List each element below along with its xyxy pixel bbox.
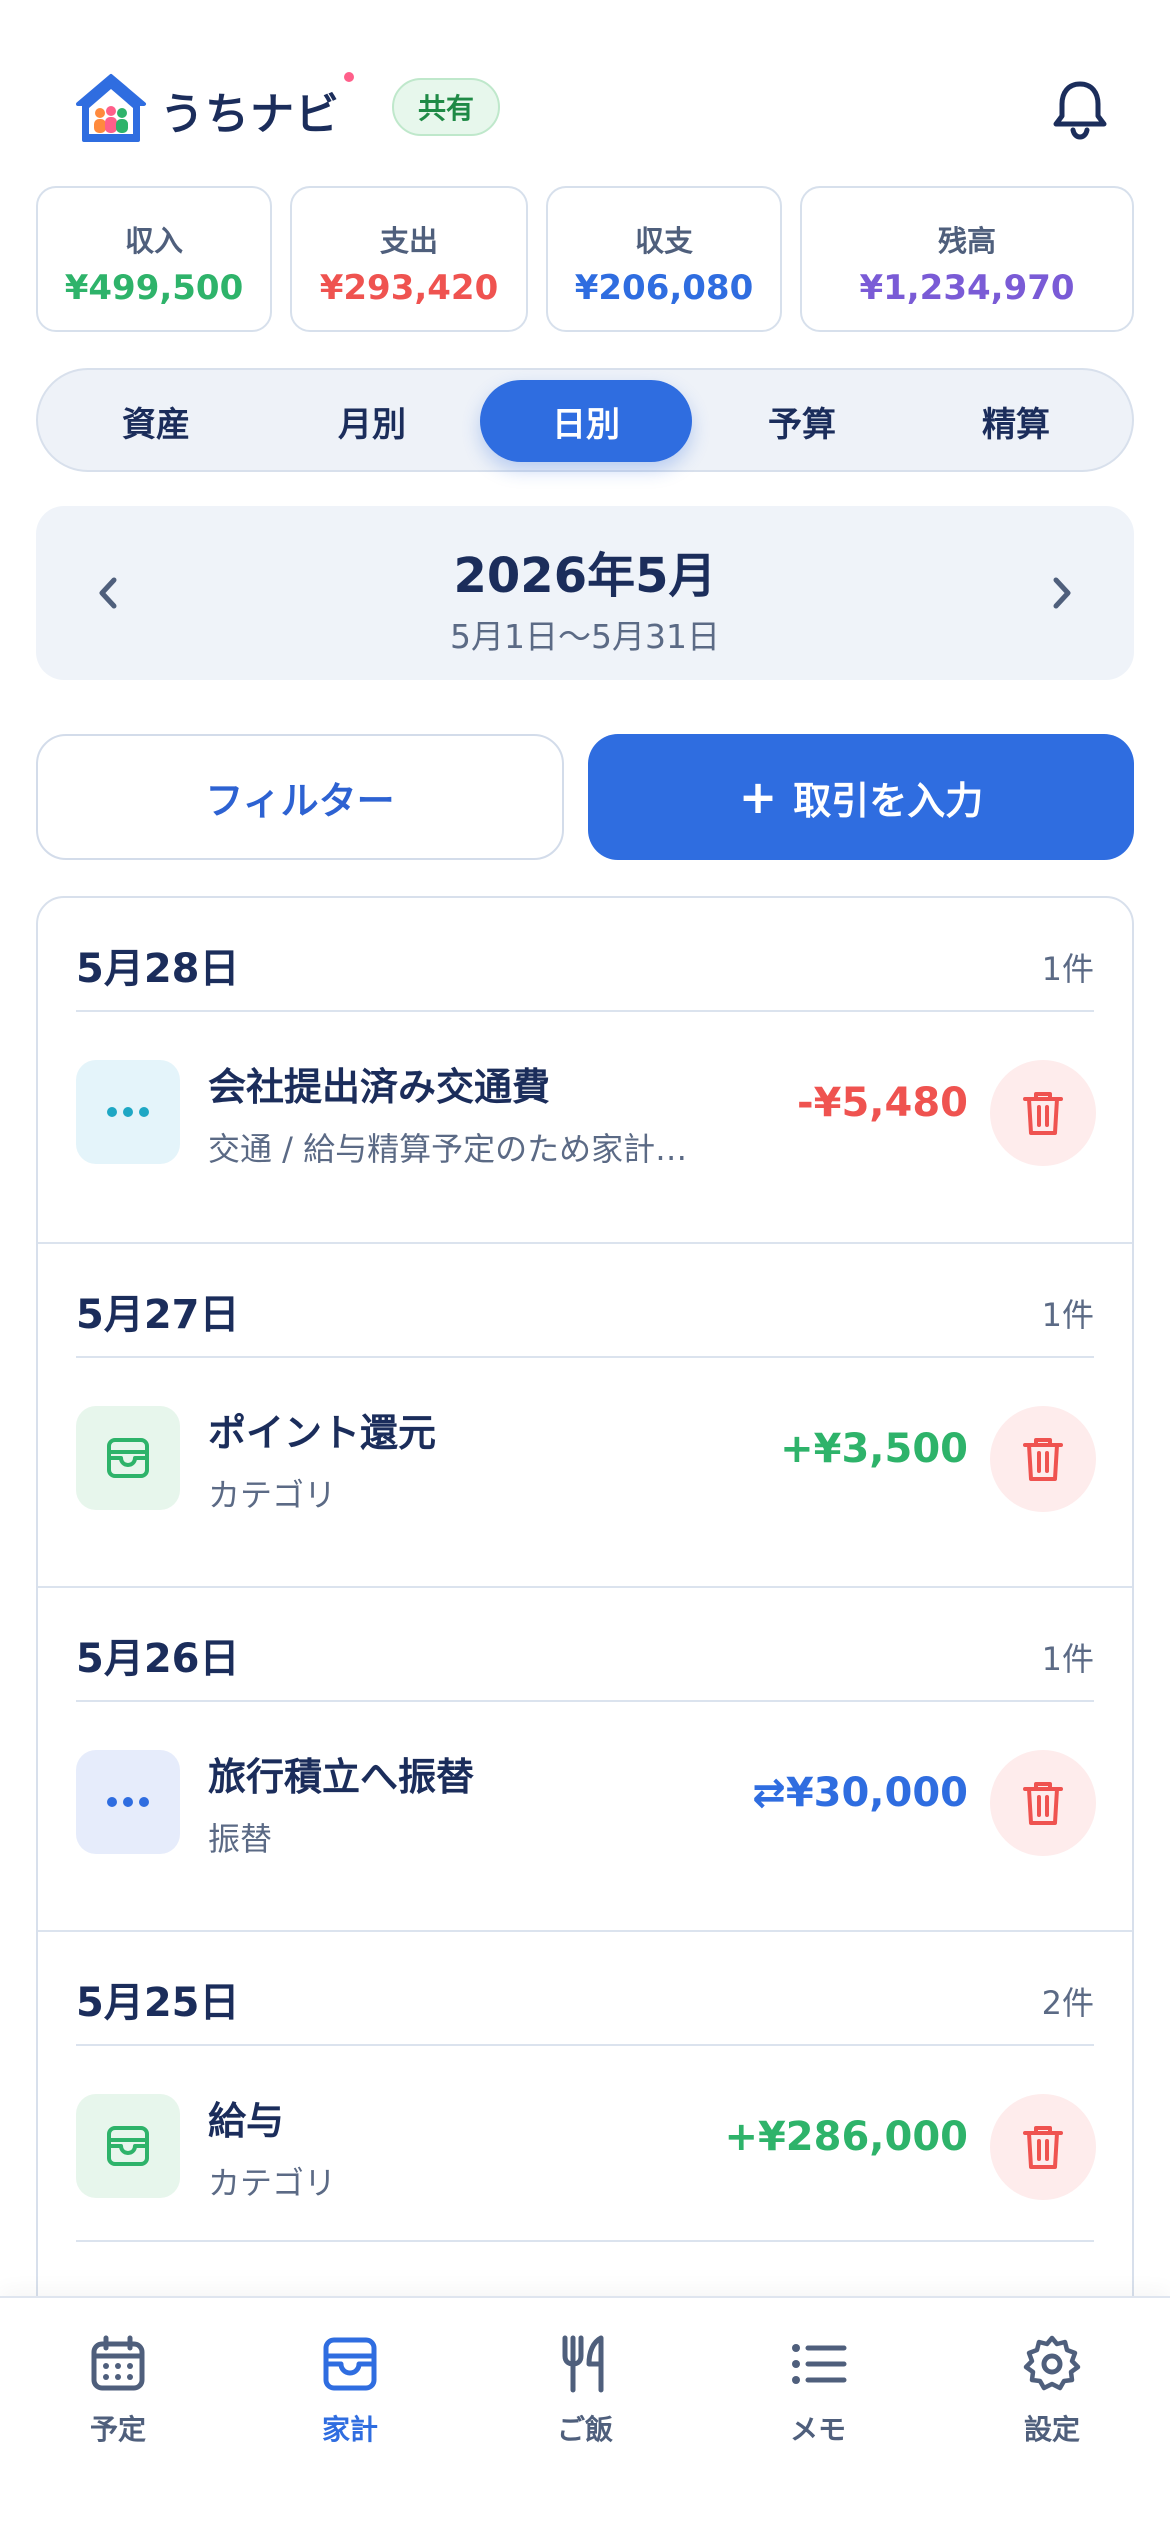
transaction-list: 5月28日 1件 会社提出済み交通費 交通 / 給与精算予定のため家計… -¥5…: [36, 896, 1134, 2336]
list-icon: [792, 2344, 847, 2384]
transaction-amount: +¥286,000: [724, 2114, 968, 2160]
nav-label: ご飯: [556, 2413, 613, 2446]
nav-item-household[interactable]: 家計: [270, 2334, 430, 2464]
nav-item-schedule[interactable]: 予定: [38, 2334, 198, 2464]
trash-icon: [1023, 1438, 1063, 1481]
nav-item-settings[interactable]: 設定: [972, 2334, 1132, 2464]
filter-button[interactable]: フィルター: [36, 734, 564, 860]
summary-card-expense: 支出 ¥293,420: [290, 186, 528, 332]
transaction-title[interactable]: 会社提出済み交通費: [208, 1056, 550, 1111]
summary-value: ¥499,500: [64, 268, 244, 308]
nav-label: メモ: [789, 2413, 846, 2446]
summary-card-balance: 収支 ¥206,080: [546, 186, 782, 332]
view-tabs: 資産 月別 日別 予算 精算: [36, 368, 1134, 472]
divider: [76, 1010, 1094, 1012]
wallet-icon: [76, 2094, 180, 2198]
month-title: 2026年5月: [453, 548, 717, 604]
transaction-title[interactable]: ポイント還元: [208, 1402, 436, 1457]
more-icon: [76, 1750, 180, 1854]
group-date: 5月28日: [76, 946, 240, 992]
transaction-amount: ⇄¥30,000: [752, 1770, 968, 1816]
summary-value: ¥1,234,970: [859, 268, 1075, 308]
transaction-amount: +¥3,500: [780, 1426, 968, 1472]
transaction-title[interactable]: 旅行積立へ振替: [208, 1746, 474, 1801]
divider: [76, 1356, 1094, 1358]
nav-label: 家計: [321, 2413, 378, 2446]
trash-icon: [1023, 2126, 1063, 2169]
date-group: 5月27日 1件 ポイント還元 カテゴリ +¥3,500: [38, 1242, 1132, 1586]
add-transaction-button[interactable]: + 取引を入力: [588, 734, 1134, 860]
group-count: 1件: [1041, 950, 1094, 988]
date-group: 5月25日 2件 給与 カテゴリ +¥286,000: [38, 1930, 1132, 2274]
trash-icon: [1023, 1782, 1063, 1825]
divider: [76, 2044, 1094, 2046]
transaction-subtitle: カテゴリ: [208, 1476, 337, 1514]
group-count: 1件: [1041, 1640, 1094, 1678]
bottom-nav: 予定 家計 ご飯 メモ 設定: [0, 2296, 1170, 2532]
transaction-subtitle: 交通 / 給与精算予定のため家計…: [208, 1130, 688, 1168]
summary-card-remaining: 残高 ¥1,234,970: [800, 186, 1134, 332]
group-count: 2件: [1041, 1984, 1094, 2022]
accent-dot-icon: [344, 72, 354, 82]
fork-knife-icon: [562, 2335, 604, 2393]
wallet-icon: [76, 1406, 180, 1510]
group-date: 5月27日: [76, 1292, 240, 1338]
divider: [76, 2240, 1094, 2242]
calendar-icon: [91, 2335, 145, 2391]
nav-label: 予定: [89, 2413, 146, 2446]
tab-budget[interactable]: 予算: [696, 380, 908, 462]
summary-label: 支出: [379, 224, 438, 258]
plus-icon: +: [738, 770, 778, 824]
transaction-amount: -¥5,480: [797, 1080, 968, 1126]
tab-daily[interactable]: 日別: [480, 380, 692, 462]
house-logo-icon: [76, 74, 146, 142]
month-range: 5月1日〜5月31日: [450, 617, 720, 656]
summary-card-income: 収入 ¥499,500: [36, 186, 272, 332]
bell-icon[interactable]: [1050, 76, 1110, 140]
summary-label: 残高: [937, 224, 996, 258]
nav-label: 設定: [1023, 2413, 1080, 2446]
summary-label: 収入: [124, 224, 183, 258]
month-selector: 2026年5月 5月1日〜5月31日: [36, 506, 1134, 680]
summary-value: ¥206,080: [574, 268, 754, 308]
delete-button[interactable]: [990, 2094, 1096, 2200]
group-date: 5月25日: [76, 1980, 240, 2026]
nav-item-memo[interactable]: メモ: [738, 2334, 898, 2464]
delete-button[interactable]: [990, 1750, 1096, 1856]
date-group: 5月28日 1件 会社提出済み交通費 交通 / 給与精算予定のため家計… -¥5…: [38, 898, 1132, 1242]
gear-icon: [1023, 2335, 1081, 2391]
app-name: うちナビ: [160, 72, 354, 142]
more-icon: [76, 1060, 180, 1164]
tab-assets[interactable]: 資産: [50, 380, 262, 462]
add-transaction-label: 取引を入力: [793, 778, 984, 823]
delete-button[interactable]: [990, 1406, 1096, 1512]
chevron-right-icon[interactable]: [1036, 568, 1086, 618]
summary-cards: 収入 ¥499,500 支出 ¥293,420 収支 ¥206,080 残高 ¥…: [36, 186, 1134, 332]
app-header: うちナビ 共有: [0, 0, 1170, 180]
summary-value: ¥293,420: [319, 268, 499, 308]
trash-icon: [1023, 1092, 1063, 1135]
tab-monthly[interactable]: 月別: [266, 380, 478, 462]
shared-badge[interactable]: 共有: [392, 78, 500, 136]
transaction-subtitle: 振替: [208, 1820, 273, 1858]
nav-item-meals[interactable]: ご飯: [505, 2334, 665, 2464]
tab-settlement[interactable]: 精算: [910, 380, 1122, 462]
delete-button[interactable]: [990, 1060, 1096, 1166]
summary-label: 収支: [634, 224, 693, 258]
group-date: 5月26日: [76, 1636, 240, 1682]
wallet-icon: [323, 2337, 377, 2391]
date-group: 5月26日 1件 旅行積立へ振替 振替 ⇄¥30,000: [38, 1586, 1132, 1930]
divider: [76, 1700, 1094, 1702]
transaction-title[interactable]: 給与: [208, 2090, 284, 2145]
group-count: 1件: [1041, 1296, 1094, 1334]
transaction-subtitle: カテゴリ: [208, 2164, 337, 2202]
